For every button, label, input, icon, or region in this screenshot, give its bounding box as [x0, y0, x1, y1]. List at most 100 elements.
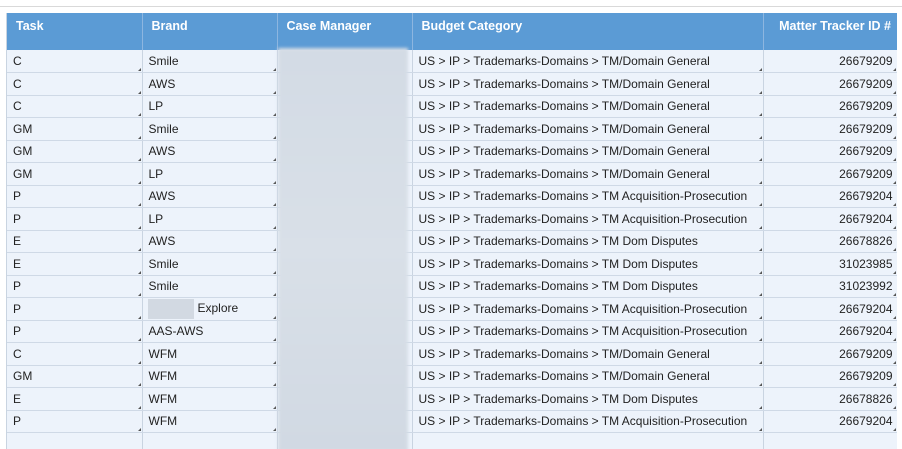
budget-category-cell[interactable]: US > IP > Trademarks-Domains > TM/Domain… — [412, 72, 764, 96]
budget-category-cell[interactable]: US > IP > Trademarks-Domains > TM/Domain… — [412, 95, 764, 118]
brand-cell[interactable]: WFM — [142, 410, 278, 433]
cell-dropdown-marker-icon — [756, 225, 762, 229]
table-row[interactable]: GM AWS US > IP > Trademarks-Domains > TM/D… — [7, 140, 897, 163]
task-cell[interactable]: E — [7, 387, 143, 411]
matter-tracker-cell[interactable]: 26678826 — [763, 387, 897, 411]
task-cell[interactable]: P — [7, 320, 143, 343]
brand-cell[interactable]: LP — [142, 95, 278, 118]
table-row[interactable]: C Smile US > IP > Trademarks-Domains > TM/… — [7, 50, 897, 73]
empty-cell[interactable] — [412, 432, 764, 449]
brand-cell[interactable]: Smile — [142, 275, 278, 298]
brand-cell[interactable]: Smile — [142, 50, 278, 73]
table-row[interactable]: P Explore US > IP > Trademarks-Domains > T… — [7, 297, 897, 321]
table-row[interactable]: E Smile US > IP > Trademarks-Domains > TM … — [7, 252, 897, 276]
matter-tracker-cell[interactable]: 26679209 — [763, 162, 897, 186]
budget-category-cell[interactable]: US > IP > Trademarks-Domains > TM Dom Di… — [412, 252, 764, 276]
brand-cell[interactable]: LP — [142, 162, 278, 186]
table-row[interactable]: C AWS US > IP > Trademarks-Domains > TM/Do… — [7, 72, 897, 96]
matter-tracker-cell[interactable]: 26679204 — [763, 320, 897, 343]
task-cell[interactable]: GM — [7, 162, 143, 186]
matter-tracker-cell[interactable]: 31023985 — [763, 252, 897, 276]
brand-cell[interactable]: AWS — [142, 72, 278, 96]
task-cell[interactable]: C — [7, 50, 143, 73]
column-header-case-manager[interactable]: Case Manager — [277, 13, 413, 50]
task-cell[interactable]: P — [7, 185, 143, 208]
budget-category-cell[interactable]: US > IP > Trademarks-Domains > TM/Domain… — [412, 117, 764, 141]
brand-cell[interactable]: AWS — [142, 140, 278, 163]
brand-cell[interactable]: AWS — [142, 230, 278, 253]
task-cell[interactable]: GM — [7, 365, 143, 388]
matter-tracker-cell[interactable]: 26679209 — [763, 140, 897, 163]
empty-cell[interactable] — [7, 432, 143, 449]
task-cell[interactable]: C — [7, 342, 143, 366]
task-cell[interactable]: P — [7, 207, 143, 231]
budget-category-cell[interactable]: US > IP > Trademarks-Domains > TM Dom Di… — [412, 230, 764, 253]
budget-category-cell[interactable]: US > IP > Trademarks-Domains > TM Acquis… — [412, 320, 764, 343]
budget-category-cell[interactable]: US > IP > Trademarks-Domains > TM Acquis… — [412, 207, 764, 231]
column-header-budget-category[interactable]: Budget Category — [412, 13, 764, 50]
task-cell[interactable]: GM — [7, 117, 143, 141]
column-header-matter-tracker-id[interactable]: Matter Tracker ID # — [763, 13, 897, 50]
matter-tracker-cell[interactable]: 26678826 — [763, 230, 897, 253]
budget-category-cell[interactable]: US > IP > Trademarks-Domains > TM Acquis… — [412, 185, 764, 208]
matter-tracker-cell[interactable]: 26679209 — [763, 50, 897, 73]
column-header-brand[interactable]: Brand — [142, 13, 278, 50]
empty-row[interactable] — [7, 432, 897, 449]
empty-cell[interactable] — [142, 432, 278, 449]
brand-cell[interactable]: AWS — [142, 185, 278, 208]
budget-category-cell[interactable]: US > IP > Trademarks-Domains > TM/Domain… — [412, 140, 764, 163]
budget-category-cell[interactable]: US > IP > Trademarks-Domains > TM Acquis… — [412, 297, 764, 321]
matter-tracker-cell[interactable]: 26679204 — [763, 207, 897, 231]
task-cell[interactable]: C — [7, 72, 143, 96]
brand-cell[interactable]: Smile — [142, 117, 278, 141]
brand-cell[interactable]: WFM — [142, 342, 278, 366]
budget-category-cell[interactable]: US > IP > Trademarks-Domains > TM Dom Di… — [412, 387, 764, 411]
brand-cell[interactable]: AAS-AWS — [142, 320, 278, 343]
budget-category-cell[interactable]: US > IP > Trademarks-Domains > TM/Domain… — [412, 365, 764, 388]
matter-tracker-cell[interactable]: 26679209 — [763, 365, 897, 388]
matter-tracker-cell[interactable]: 26679204 — [763, 185, 897, 208]
table-row[interactable]: GM WFM US > IP > Trademarks-Domains > TM/D… — [7, 365, 897, 388]
brand-cell-text: Smile — [148, 54, 179, 68]
cell-dropdown-marker-icon — [135, 90, 141, 94]
task-cell[interactable]: E — [7, 252, 143, 276]
brand-cell[interactable]: LP — [142, 207, 278, 231]
matter-tracker-cell[interactable]: 26679209 — [763, 117, 897, 141]
budget-category-cell[interactable]: US > IP > Trademarks-Domains > TM/Domain… — [412, 162, 764, 186]
empty-cell[interactable] — [763, 432, 897, 449]
matter-tracker-cell[interactable]: 31023992 — [763, 275, 897, 298]
task-cell[interactable]: C — [7, 95, 143, 118]
cell-dropdown-marker-icon — [756, 203, 762, 206]
budget-category-cell[interactable]: US > IP > Trademarks-Domains > TM/Domain… — [412, 50, 764, 73]
table-row[interactable]: P AWS US > IP > Trademarks-Domains > TM Ac… — [7, 185, 897, 208]
table-row[interactable]: P WFM US > IP > Trademarks-Domains > TM Ac… — [7, 410, 897, 433]
table-row[interactable]: P AAS-AWS US > IP > Trademarks-Domains > T… — [7, 320, 897, 343]
budget-category-cell[interactable]: US > IP > Trademarks-Domains > TM Dom Di… — [412, 275, 764, 298]
brand-cell[interactable]: Smile — [142, 252, 278, 276]
brand-cell[interactable]: Explore — [142, 297, 278, 321]
budget-category-cell[interactable]: US > IP > Trademarks-Domains > TM/Domain… — [412, 342, 764, 366]
matter-tracker-cell[interactable]: 26679204 — [763, 410, 897, 433]
matter-tracker-cell[interactable]: 26679209 — [763, 342, 897, 366]
matter-tracker-cell[interactable]: 26679204 — [763, 297, 897, 321]
table-row[interactable]: GM LP US > IP > Trademarks-Domains > TM/Do… — [7, 162, 897, 186]
column-header-task[interactable]: Task — [7, 13, 143, 50]
task-cell[interactable]: P — [7, 275, 143, 298]
task-cell-text: P — [13, 211, 22, 226]
table-row[interactable]: E WFM US > IP > Trademarks-Domains > TM Do… — [7, 387, 897, 411]
brand-cell[interactable]: WFM — [142, 365, 278, 388]
table-row[interactable]: C LP US > IP > Trademarks-Domains > TM/Dom… — [7, 95, 897, 118]
budget-category-cell[interactable]: US > IP > Trademarks-Domains > TM Acquis… — [412, 410, 764, 433]
task-cell[interactable]: P — [7, 297, 143, 321]
task-cell[interactable]: GM — [7, 140, 143, 163]
table-row[interactable]: C WFM US > IP > Trademarks-Domains > TM/Do… — [7, 342, 897, 366]
table-row[interactable]: P LP US > IP > Trademarks-Domains > TM Acq… — [7, 207, 897, 231]
task-cell[interactable]: E — [7, 230, 143, 253]
table-row[interactable]: P Smile US > IP > Trademarks-Domains > TM … — [7, 275, 897, 298]
matter-tracker-cell[interactable]: 26679209 — [763, 95, 897, 118]
brand-cell[interactable]: WFM — [142, 387, 278, 411]
table-row[interactable]: E AWS US > IP > Trademarks-Domains > TM Do… — [7, 230, 897, 253]
matter-tracker-cell[interactable]: 26679209 — [763, 72, 897, 96]
task-cell[interactable]: P — [7, 410, 143, 433]
table-row[interactable]: GM Smile US > IP > Trademarks-Domains > TM… — [7, 117, 897, 141]
